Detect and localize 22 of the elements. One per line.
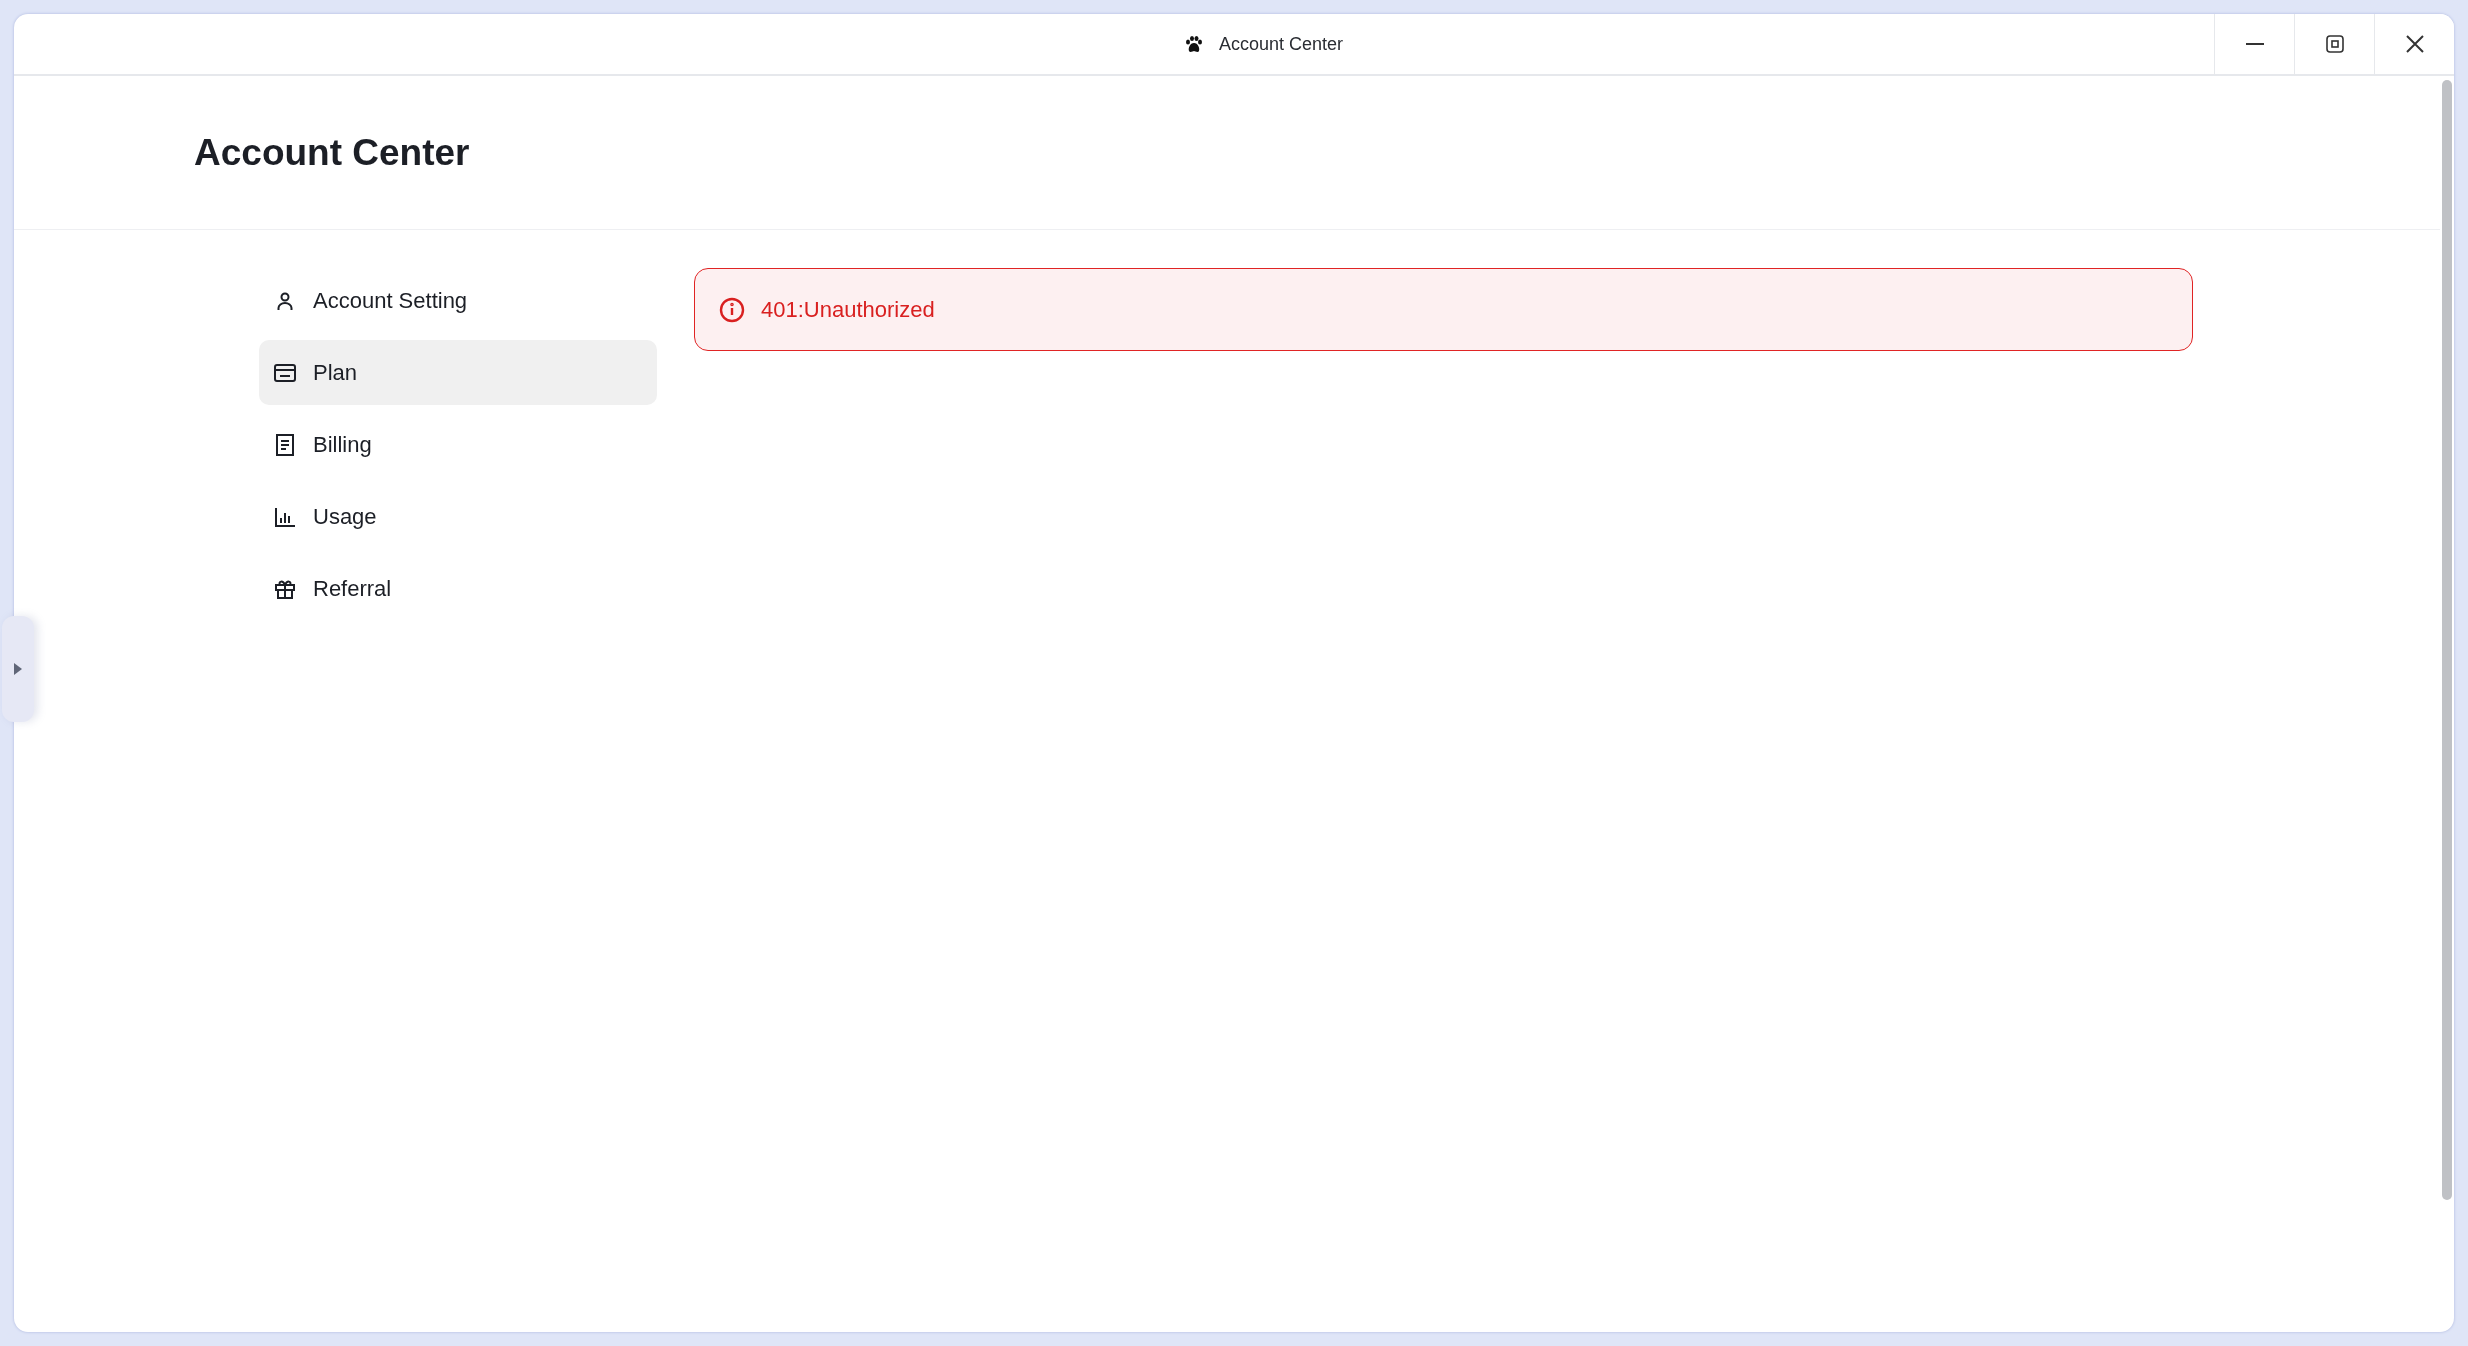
card-icon [274,363,296,382]
info-icon [719,296,745,323]
error-message: 401:Unauthorized [761,296,935,323]
window-title: Account Center [1218,33,1344,55]
scrollbar-thumb[interactable] [2442,80,2452,1200]
sidebar-item[interactable]: Referral [259,556,657,621]
close-icon [2405,35,2424,53]
sidebar-item[interactable]: Billing [259,412,657,477]
bar-chart-icon [275,506,295,527]
restore-icon [2325,35,2344,53]
minimize-icon [2245,43,2264,45]
sidebar-toggle[interactable] [2,616,34,722]
caret-icon [14,663,22,675]
paw-icon [1184,35,1203,53]
sidebar-item[interactable]: Usage [259,484,657,549]
gift-icon [275,578,295,599]
restore-button[interactable] [2294,14,2374,74]
page-title: Account Center [194,131,470,174]
sidebar-item[interactable]: Account Setting [259,268,657,333]
sidebar-item[interactable]: Plan [259,340,657,405]
person-icon [275,290,295,311]
document-icon [276,433,294,456]
